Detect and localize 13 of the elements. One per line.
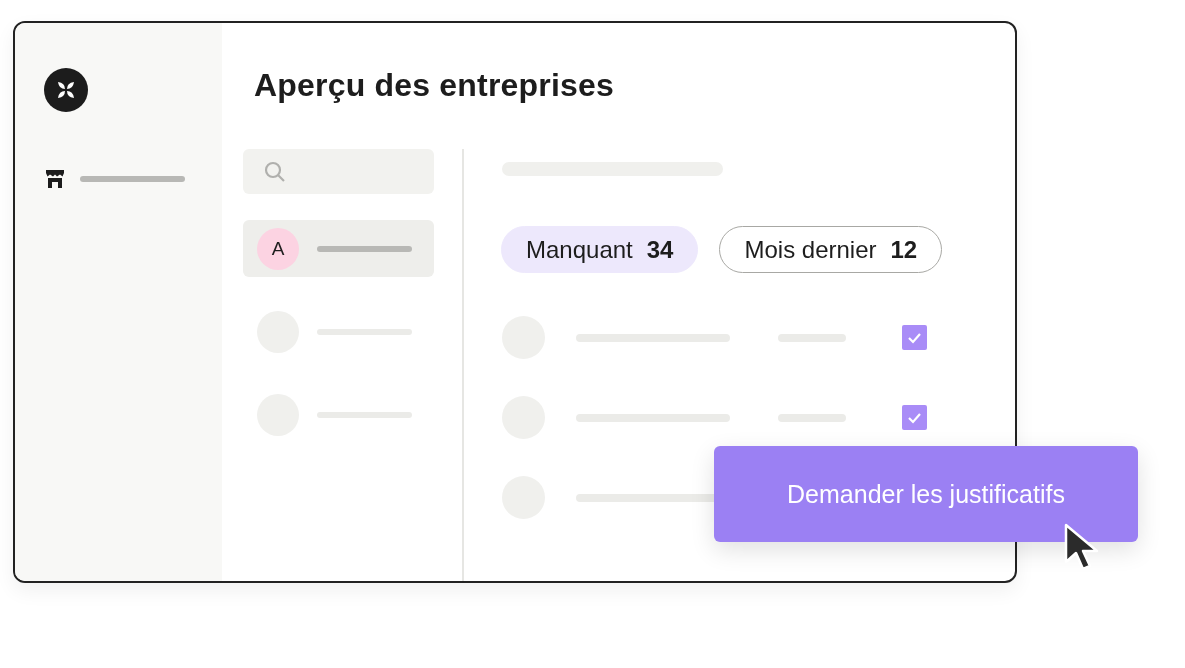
filter-chip[interactable]: Manquant 34 [501,226,699,273]
store-icon [44,168,66,190]
checkbox[interactable] [902,325,927,350]
search-icon [263,159,287,184]
company-item[interactable]: A [243,220,434,277]
checkmark-icon [907,331,922,344]
checkbox[interactable] [902,405,927,430]
filter-chip[interactable]: Mois dernier 12 [719,226,943,273]
page-title: Aperçu des entreprises [253,66,616,105]
logo-icon [44,68,88,112]
avatar: A [257,227,299,270]
search-field[interactable] [243,149,434,194]
checkmark-icon [907,411,922,424]
